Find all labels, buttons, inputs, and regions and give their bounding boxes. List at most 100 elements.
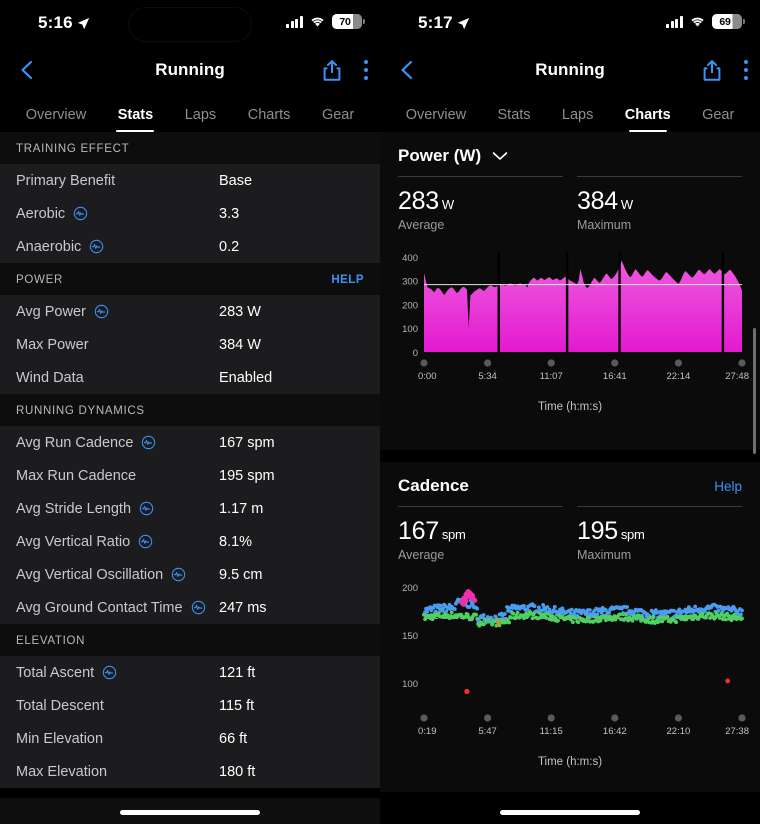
battery-percent-right: 69: [719, 15, 731, 28]
tab-stats[interactable]: Stats: [102, 107, 169, 132]
power-average-unit: W: [441, 197, 454, 212]
stat-row[interactable]: Avg Ground Contact Time 247 ms: [0, 591, 380, 624]
stat-row[interactable]: Avg Run Cadence 167 spm: [0, 426, 380, 459]
status-indicators-right: 69: [666, 14, 745, 29]
section-header: POWER HELP: [0, 263, 380, 295]
section-help-link[interactable]: HELP: [331, 274, 364, 286]
info-pulse-icon[interactable]: [94, 304, 109, 319]
stat-row[interactable]: Avg Vertical Ratio 8.1%: [0, 525, 380, 558]
info-pulse-icon[interactable]: [171, 567, 186, 582]
stat-row[interactable]: Primary Benefit Base: [0, 164, 380, 197]
cadence-average-label: Average: [398, 548, 445, 562]
location-arrow-icon: [77, 17, 90, 29]
stat-row[interactable]: Anaerobic 0.2: [0, 230, 380, 263]
section-header: RUNNING DYNAMICS: [0, 394, 380, 426]
tab-stats[interactable]: Stats: [482, 107, 546, 132]
tab-gear[interactable]: Gear: [306, 107, 370, 132]
svg-text:11:15: 11:15: [540, 726, 563, 737]
stat-row[interactable]: Aerobic 3.3: [0, 197, 380, 230]
stat-row[interactable]: Max Run Cadence 195 spm: [0, 459, 380, 492]
back-chevron-icon[interactable]: [16, 59, 38, 81]
info-pulse-icon[interactable]: [73, 206, 88, 221]
back-chevron-icon[interactable]: [396, 59, 418, 81]
vertical-scrollbar[interactable]: [753, 328, 756, 454]
svg-text:400: 400: [402, 253, 418, 264]
stat-row-value: 167 spm: [219, 434, 275, 451]
power-chart-card: Power (W) 283 W Average 384 W Maximum 0 …: [380, 132, 760, 450]
info-pulse-icon[interactable]: [191, 600, 206, 615]
power-card-header: Power (W): [380, 146, 760, 176]
info-pulse-icon[interactable]: [89, 239, 104, 254]
tab-charts[interactable]: Charts: [609, 107, 686, 132]
stat-row-value: 66 ft: [219, 730, 248, 747]
stat-row[interactable]: Avg Power 283 W: [0, 295, 380, 328]
power-maximum-value: 384: [577, 187, 618, 215]
cadence-summary: 167 spm Average 195 spm Maximum: [380, 506, 760, 562]
stat-row[interactable]: Avg Vertical Oscillation 9.5 cm: [0, 558, 380, 591]
info-pulse-icon[interactable]: [139, 501, 154, 516]
home-indicator-right: [500, 810, 640, 815]
cadence-scatter-chart[interactable]: 100 150 200 0:19 5:47 11:15 16:42 22:10 27:38: [390, 574, 750, 749]
stat-row-label: Aerobic: [16, 205, 66, 222]
stat-row-label-group: Avg Run Cadence: [16, 435, 156, 451]
tab-bar-right: Overview Stats Laps Charts Gear: [380, 94, 760, 132]
tab-overview[interactable]: Overview: [10, 107, 102, 132]
stat-row-label-group: Avg Power: [16, 304, 109, 320]
stat-row-value: 1.17 m: [219, 500, 264, 517]
tab-overview[interactable]: Overview: [390, 107, 482, 132]
stat-row-value: 115 ft: [219, 697, 255, 714]
info-pulse-icon[interactable]: [138, 534, 153, 549]
stat-row[interactable]: Wind Data Enabled: [0, 361, 380, 394]
nav-bar-right: Running: [380, 46, 760, 94]
stat-row[interactable]: Max Elevation 180 ft: [0, 755, 380, 788]
stat-row-value: 121 ft: [219, 664, 256, 681]
charts-scroll-area[interactable]: Power (W) 283 W Average 384 W Maximum 0 …: [380, 132, 760, 804]
stat-row-value: Base: [219, 172, 253, 189]
stat-row[interactable]: Max Power 384 W: [0, 328, 380, 361]
cadence-maximum-unit: spm: [620, 527, 645, 542]
share-icon[interactable]: [702, 59, 722, 82]
cadence-card-header: Cadence Help: [380, 476, 760, 506]
cadence-average-unit: spm: [441, 527, 466, 542]
info-pulse-icon[interactable]: [141, 435, 156, 450]
tab-charts[interactable]: Charts: [232, 107, 306, 132]
stat-row[interactable]: Total Ascent 121 ft: [0, 656, 380, 689]
status-time-text-right: 5:17: [418, 13, 453, 32]
stat-row[interactable]: Min Elevation 66 ft: [0, 722, 380, 755]
stat-row[interactable]: Total Descent 115 ft: [0, 689, 380, 722]
stat-row-label: Avg Stride Length: [16, 500, 132, 517]
stat-row-label-group: Max Run Cadence: [16, 468, 136, 484]
power-maximum-unit: W: [620, 197, 633, 212]
info-pulse-icon[interactable]: [102, 665, 117, 680]
share-icon[interactable]: [322, 59, 342, 82]
section-title: RUNNING DYNAMICS: [16, 405, 145, 417]
stat-row[interactable]: Avg Stride Length 1.17 m: [0, 492, 380, 525]
power-average-label: Average: [398, 218, 445, 232]
stat-row-label: Primary Benefit: [16, 172, 116, 189]
cadence-help-link[interactable]: Help: [714, 479, 742, 494]
overflow-menu-icon[interactable]: [742, 58, 748, 82]
overflow-menu-icon[interactable]: [362, 58, 368, 82]
section-title: ELEVATION: [16, 635, 86, 647]
cadence-maximum-value: 195: [577, 517, 618, 545]
cadence-plot-wrapper: 100 150 200 0:19 5:47 11:15 16:42 22:10 27:38 Ti…: [380, 574, 760, 768]
section-rows: Total Ascent 121 ft Total Descent 115 ft Min…: [0, 656, 380, 788]
svg-text:27:38: 27:38: [725, 726, 749, 737]
stats-list[interactable]: TRAINING EFFECT Primary Benefit Base Aerobi…: [0, 132, 380, 804]
power-card-title: Power (W): [398, 146, 482, 165]
tab-laps[interactable]: Laps: [169, 107, 232, 132]
wifi-icon: [691, 17, 704, 27]
tab-gear[interactable]: Gear: [686, 107, 750, 132]
stat-row-label: Total Descent: [16, 697, 104, 714]
power-area-chart[interactable]: 0 100 200 300 400 0:00 5:34 11:07 16:41 22:14 27:4…: [390, 244, 750, 394]
svg-text:22:10: 22:10: [667, 726, 691, 737]
tab-laps[interactable]: Laps: [546, 107, 609, 132]
stat-row-value: 8.1%: [219, 533, 253, 550]
chevron-down-icon[interactable]: [492, 151, 508, 161]
nav-actions-left: [322, 58, 368, 82]
stat-row-label: Max Power: [16, 336, 89, 353]
status-time-text-left: 5:16: [38, 13, 73, 32]
svg-text:22:14: 22:14: [667, 371, 691, 382]
status-time-right: 5:17: [418, 13, 470, 33]
stat-row-label: Min Elevation: [16, 730, 104, 747]
